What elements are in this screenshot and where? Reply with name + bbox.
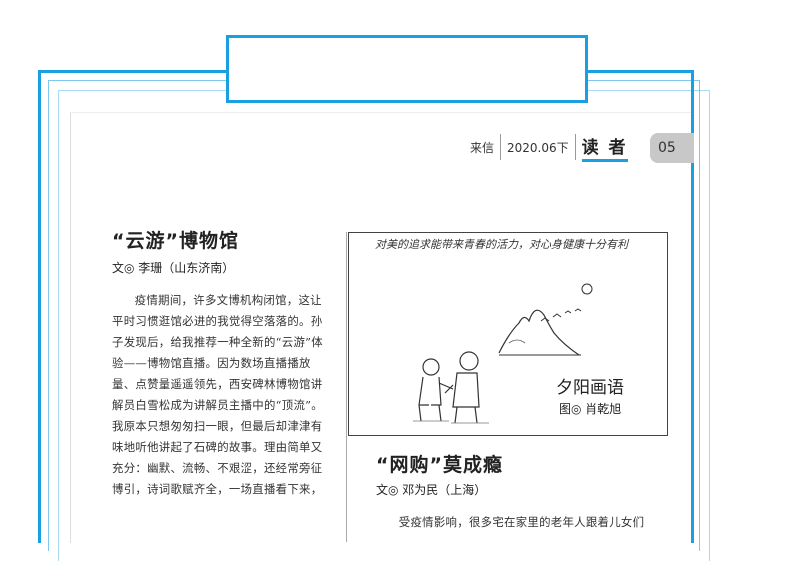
header-divider: [500, 134, 502, 160]
column-divider: [346, 232, 347, 542]
article-byline: 文◎ 李珊（山东济南）: [112, 261, 235, 275]
cartoon-title: 夕阳画语: [556, 378, 624, 398]
header-section: 来信: [470, 140, 495, 155]
decorative-top-tab: [226, 35, 588, 103]
cartoon-panel: 对美的追求能带来青春的活力，对心身健康十分有利 夕阳画语 图◎ 肖乾旭: [348, 232, 668, 436]
article-title: “网购”莫成瘾: [376, 454, 503, 476]
article-body: 疫情期间，许多文博机构闭馆，这让平时习惯逛馆必进的我觉得空落落的。孙子发现后，给…: [112, 293, 323, 496]
cartoon-credit: 图◎ 肖乾旭: [559, 402, 622, 416]
article-byline: 文◎ 邓为民（上海）: [376, 483, 487, 497]
page-header: 来信 2020.06下 读 者: [470, 130, 628, 164]
cartoon-caption: 对美的追求能带来青春的活力，对心身健康十分有利: [375, 238, 628, 251]
article-left: “云游”博物馆 文◎ 李珊（山东济南） 疫情期间，许多文博机构闭馆，这让平时习惯…: [112, 226, 328, 500]
article-title: “云游”博物馆: [112, 230, 239, 252]
article-body: 受疫情影响，很多宅在家里的老年人跟着儿女们: [398, 515, 645, 529]
header-divider: [574, 134, 576, 160]
header-issue: 2020.06下: [507, 140, 569, 155]
magazine-logo: 读 者: [581, 133, 628, 162]
article-right: “网购”莫成瘾 文◎ 邓为民（上海） 受疫情影响，很多宅在家里的老年人跟着儿女们: [376, 450, 676, 533]
page-number: 05: [650, 133, 694, 163]
